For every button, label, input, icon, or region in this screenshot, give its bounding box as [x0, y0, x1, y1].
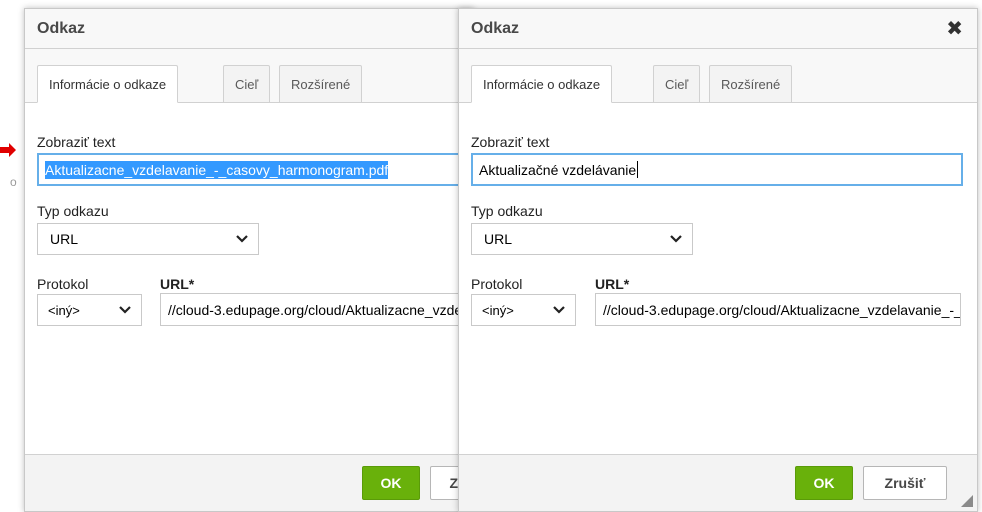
- link-dialog-right: Odkaz ✖ Informácie o odkaze Cieľ Rozšíre…: [458, 8, 978, 512]
- dialog-body: Zobraziť text Aktualizacne_vzdelavanie_-…: [25, 103, 500, 473]
- link-type-label: Typ odkazu: [471, 203, 543, 219]
- link-type-value: URL: [484, 231, 513, 247]
- link-type-select[interactable]: URL: [37, 223, 259, 255]
- protocol-value: <iný>: [48, 302, 80, 318]
- url-label: URL*: [160, 276, 195, 292]
- tab-advanced[interactable]: Rozšírené: [709, 65, 793, 103]
- close-icon[interactable]: ✖: [946, 19, 963, 39]
- protocol-label: Protokol: [37, 276, 89, 292]
- protocol-select[interactable]: <iný>: [37, 294, 142, 326]
- ok-button[interactable]: OK: [795, 466, 853, 500]
- link-type-select[interactable]: URL: [471, 223, 693, 255]
- cancel-button[interactable]: Zrušiť: [863, 466, 947, 500]
- dialog-title: Odkaz: [37, 19, 86, 37]
- selected-text: Aktualizacne_vzdelavanie_-_casovy_harmon…: [45, 160, 389, 179]
- tab-advanced[interactable]: Rozšírené: [279, 65, 363, 103]
- chevron-down-icon: [119, 306, 131, 314]
- display-text-input[interactable]: Aktualizacne_vzdelavanie_-_casovy_harmon…: [37, 153, 497, 186]
- display-text-label: Zobraziť text: [471, 134, 550, 150]
- url-input[interactable]: //cloud-3.edupage.org/cloud/Aktualizacne…: [595, 293, 961, 326]
- protocol-select[interactable]: <iný>: [471, 294, 576, 326]
- link-type-value: URL: [50, 231, 79, 247]
- link-type-label: Typ odkazu: [37, 203, 109, 219]
- url-value: //cloud-3.edupage.org/cloud/Aktualizacne…: [603, 301, 960, 318]
- url-input[interactable]: //cloud-3.edupage.org/cloud/Aktualizacne…: [160, 293, 500, 326]
- tab-bar: Informácie o odkaze Cieľ Rozšírené: [459, 49, 977, 103]
- dialog-body: Zobraziť text Aktualizačné vzdelávanie T…: [459, 103, 977, 473]
- display-text-input[interactable]: Aktualizačné vzdelávanie: [471, 153, 963, 186]
- protocol-label: Protokol: [471, 276, 523, 292]
- display-text-value: Aktualizačné vzdelávanie: [479, 161, 637, 178]
- text-caret: [637, 161, 639, 178]
- chevron-down-icon: [236, 235, 248, 243]
- dialog-titlebar[interactable]: Odkaz ✖: [459, 9, 977, 49]
- dialog-titlebar[interactable]: Odkaz: [25, 9, 473, 49]
- chevron-down-icon: [670, 235, 682, 243]
- dialog-footer: OK Zrušiť: [459, 454, 977, 511]
- display-text-label: Zobraziť text: [37, 134, 116, 150]
- ok-button[interactable]: OK: [362, 466, 420, 500]
- dialog-footer: OK Zrušiť: [25, 454, 510, 511]
- protocol-value: <iný>: [482, 302, 514, 318]
- url-value: //cloud-3.edupage.org/cloud/Aktualizacne…: [168, 301, 499, 318]
- chevron-down-icon: [553, 306, 565, 314]
- tab-link-info[interactable]: Informácie o odkaze: [471, 65, 613, 103]
- tab-bar: Informácie o odkaze Cieľ Rozšírené: [25, 49, 473, 103]
- link-dialog-left: Odkaz Informácie o odkaze Cieľ Rozšírené…: [24, 8, 510, 512]
- tab-target[interactable]: Cieľ: [653, 65, 701, 103]
- url-label: URL*: [595, 276, 630, 292]
- tab-target[interactable]: Cieľ: [223, 65, 271, 103]
- tab-link-info[interactable]: Informácie o odkaze: [37, 65, 179, 103]
- dialog-title: Odkaz: [471, 19, 520, 37]
- stray-glyph: o: [10, 175, 17, 189]
- resize-handle-icon[interactable]: [961, 495, 973, 507]
- red-arrow-icon: [0, 143, 16, 157]
